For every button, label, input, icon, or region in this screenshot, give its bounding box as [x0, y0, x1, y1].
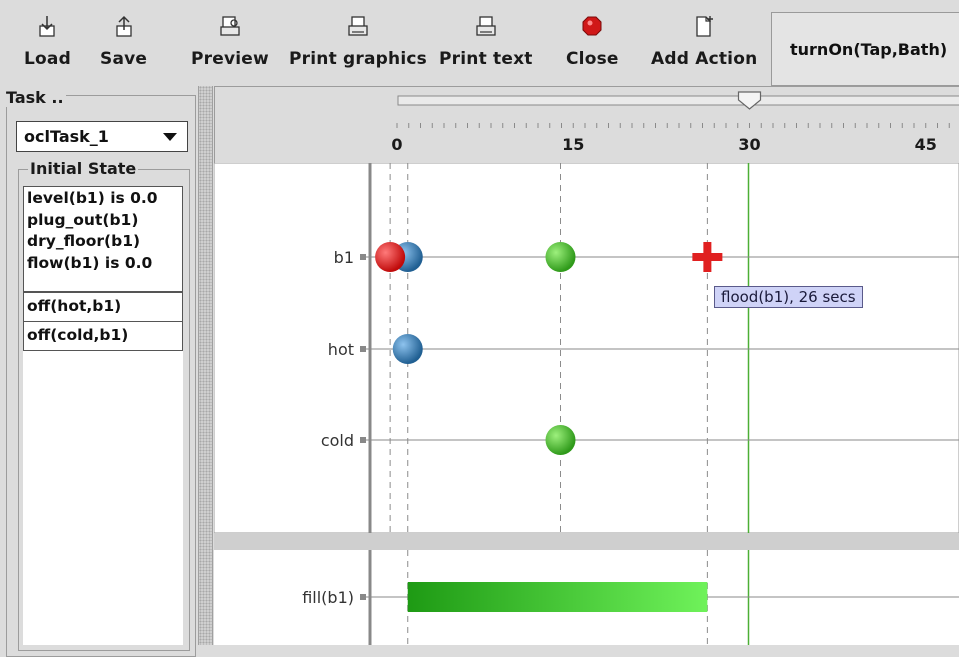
event-marker: [375, 242, 406, 272]
state-item: level(b1) is 0.0: [27, 189, 158, 207]
row-tick: [360, 594, 366, 600]
printer-icon: [476, 16, 496, 36]
save-icon: [115, 15, 132, 37]
print-text-button[interactable]: Print text: [439, 14, 533, 74]
state-item: off(cold,b1): [27, 326, 129, 344]
event-marker: [545, 425, 576, 455]
print-text-label: Print text: [439, 49, 533, 69]
save-label: Save: [100, 49, 148, 69]
event-marker: [545, 242, 576, 272]
ruler-svg: 0 15 30 45: [391, 91, 959, 154]
slider-thumb-shape[interactable]: [737, 91, 762, 110]
task-select-value: oclTask_1: [24, 127, 109, 146]
row-tick: [360, 437, 366, 443]
ruler-labels: 0 15 30 45: [391, 135, 936, 154]
fill-duration-bar: [407, 582, 708, 612]
left-panel: Task .. oclTask_1 Initial State level(b1…: [0, 86, 205, 657]
state-group[interactable]: off(cold,b1): [23, 321, 183, 351]
time-ruler: 0 15 30 45: [214, 86, 959, 163]
close-button[interactable]: Close: [566, 14, 619, 74]
slider-thumb[interactable]: [737, 91, 762, 110]
toolbar: Load Save Preview Print graphics Print t…: [0, 0, 959, 86]
load-icon: [39, 16, 56, 37]
save-button[interactable]: Save: [100, 14, 147, 74]
slider-track[interactable]: [397, 95, 959, 106]
printer-icon: [348, 16, 368, 36]
preview-label: Preview: [191, 49, 269, 69]
load-button[interactable]: Load: [24, 14, 71, 74]
initial-state-title: Initial State: [28, 159, 139, 178]
load-label: Load: [24, 49, 71, 69]
close-stop-icon: [582, 16, 602, 36]
action-name: turnOn(Tap,Bath): [790, 40, 948, 59]
preview-button[interactable]: Preview: [191, 14, 269, 74]
task-select[interactable]: oclTask_1: [16, 121, 188, 152]
close-label: Close: [566, 49, 619, 69]
action-name-box[interactable]: turnOn(Tap,Bath): [771, 12, 959, 86]
row-label: hot: [328, 340, 354, 359]
state-item: plug_out(b1): [27, 210, 139, 229]
vertical-splitter[interactable]: [198, 86, 213, 645]
state-item: flow(b1) is 0.0: [27, 253, 153, 272]
state-group[interactable]: off(hot,b1): [23, 292, 183, 322]
timeline-svg: b1 hot cold fill(b1): [213, 162, 959, 645]
task-group-title: Task ..: [4, 88, 66, 107]
ruler-tick-label: 30: [738, 135, 760, 154]
state-item: dry_floor(b1): [27, 232, 141, 250]
ruler-ticks: [396, 123, 950, 128]
add-document-icon: [696, 16, 714, 37]
row-label: cold: [321, 431, 354, 450]
events-pane: [213, 162, 959, 534]
state-group[interactable]: level(b1) is 0.0 plug_out(b1) dry_floor(…: [23, 186, 183, 292]
event-marker: [392, 334, 423, 364]
row-label: fill(b1): [302, 588, 354, 607]
preview-icon: [220, 16, 240, 36]
print-graphics-button[interactable]: Print graphics: [289, 14, 427, 74]
timeline-chart: b1 hot cold fill(b1): [213, 162, 959, 645]
print-graphics-label: Print graphics: [289, 49, 427, 69]
chevron-down-icon[interactable]: [163, 133, 177, 141]
add-action-button[interactable]: Add Action: [651, 14, 757, 74]
row-tick: [360, 346, 366, 352]
initial-state-empty-area: [23, 351, 183, 645]
row-tick: [360, 254, 366, 260]
add-action-label: Add Action: [651, 49, 758, 69]
ruler-tick-label: 15: [562, 135, 584, 154]
state-item: off(hot,b1): [27, 297, 122, 315]
horizontal-splitter[interactable]: [214, 533, 959, 550]
ruler-tick-label: 0: [391, 135, 402, 154]
ruler-tick-label: 45: [915, 135, 937, 154]
row-label: b1: [334, 248, 354, 267]
event-tooltip: flood(b1), 26 secs: [714, 286, 863, 308]
